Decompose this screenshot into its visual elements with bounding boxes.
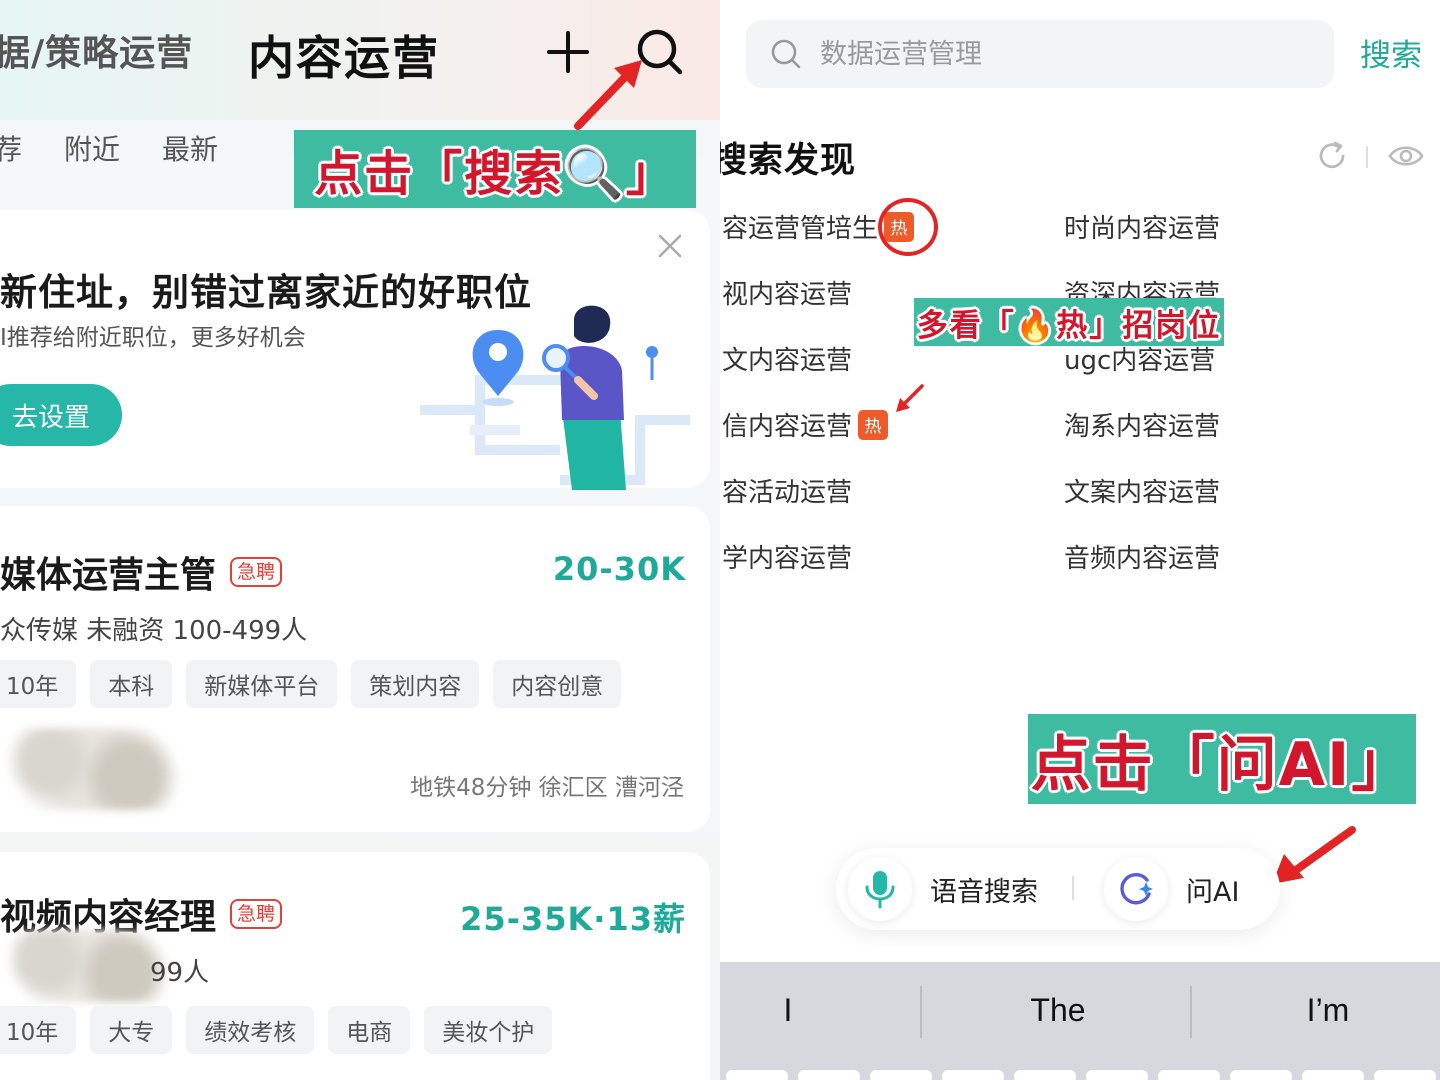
overlay-click-search: 点击「搜索🔍」: [294, 130, 696, 208]
job-list-screen: 据/策略运营 内容运营 荐 附近 最新 点击「搜索🔍」 新住址，别错过离家近的好…: [0, 0, 720, 1080]
sub-tabs: 荐 附近 最新: [0, 128, 218, 168]
tab-recommend[interactable]: 荐: [0, 128, 22, 168]
keyword-text: 容活动运营: [722, 478, 853, 508]
job-card[interactable]: 视频内容经理 急聘 25-35K·13薪 99人 10年 大专 绩效考核 电商 …: [0, 852, 710, 1080]
suggestion-item[interactable]: I: [720, 992, 908, 1029]
job-tag: 绩效考核: [186, 1006, 315, 1054]
top-tabs: 据/策略运营: [0, 24, 193, 84]
promo-subtitle: I推荐给附近职位，更多好机会: [0, 325, 306, 351]
search-submit-button[interactable]: 搜索: [1360, 30, 1422, 75]
job-tag: 大专: [90, 1006, 173, 1054]
divider: [1190, 986, 1192, 1038]
keyword-item[interactable]: 淘系内容运营: [1064, 406, 1220, 443]
blurred-recruiter: [0, 728, 190, 810]
hot-badge: 热: [858, 409, 889, 440]
job-salary: 20-30K: [552, 550, 686, 588]
keyword-text: 视内容运营: [722, 280, 853, 310]
ask-ai-button[interactable]: 问AI: [1104, 856, 1239, 922]
keyword-item[interactable]: 学内容运营: [722, 538, 852, 575]
keyword-text: 信内容运营: [722, 412, 853, 442]
keyword-text: 容运营管培生: [722, 214, 879, 244]
job-title-text: 媒体运营主管: [0, 555, 217, 596]
promo-card: 新住址，别错过离家近的好职位 I推荐给附近职位，更多好机会 去设置: [0, 210, 710, 490]
suggestion-item[interactable]: I’m: [1208, 992, 1440, 1029]
eye-icon[interactable]: [1388, 140, 1424, 172]
job-tag: 本科: [90, 660, 173, 708]
search-screen: 搜索 搜索发现 容运营管培生 热 视内容运营 文内容运营 信内容运营 热 容活动…: [720, 0, 1440, 1080]
job-tag: 美妆个护: [424, 1006, 553, 1054]
ai-sparkle-icon: [1104, 857, 1168, 921]
job-tag: 新媒体平台: [186, 660, 338, 708]
keyboard-keys[interactable]: [720, 1070, 1440, 1080]
voice-search-button[interactable]: 语音搜索: [848, 856, 1038, 922]
job-tag: 10年: [0, 1006, 77, 1054]
keyboard: I The I’m: [720, 962, 1440, 1080]
divider: [920, 986, 922, 1038]
go-settings-button[interactable]: 去设置: [0, 384, 122, 446]
divider: [1072, 876, 1074, 900]
ask-ai-label: 问AI: [1186, 876, 1240, 908]
suggestion-item[interactable]: The: [938, 992, 1178, 1029]
refresh-icon[interactable]: [1316, 140, 1348, 172]
voice-search-label: 语音搜索: [930, 876, 1038, 908]
job-tag: 电商: [328, 1006, 411, 1054]
job-tags: 10年 大专 绩效考核 电商 美妆个护: [0, 1006, 553, 1054]
location-illustration: [420, 305, 690, 490]
tab-nearby[interactable]: 附近: [64, 128, 120, 168]
job-tag: 10年: [0, 660, 77, 708]
keyword-text: 学内容运营: [722, 544, 853, 574]
job-card[interactable]: 媒体运营主管 急聘 20-30K 众传媒 未融资 100-499人 10年 本科…: [0, 506, 710, 832]
search-input[interactable]: [820, 38, 1300, 70]
divider: [1366, 146, 1368, 168]
search-icon: [771, 39, 801, 69]
job-company: 众传媒 未融资 100-499人: [0, 616, 308, 646]
keyword-item[interactable]: 音频内容运营: [1064, 538, 1220, 575]
overlay-click-ai: 点击「问AI」: [1028, 714, 1416, 804]
keyword-item[interactable]: 容活动运营: [722, 472, 852, 509]
discover-title: 搜索发现: [720, 141, 857, 181]
urgent-badge: 急聘: [230, 557, 283, 587]
red-arrow: [574, 60, 642, 130]
job-location: 地铁48分钟 徐汇区 漕河泾: [410, 775, 684, 801]
red-arrow: [1272, 826, 1356, 884]
overlay-hot-jobs: 多看「🔥热」招岗位: [914, 298, 1224, 346]
keyword-item[interactable]: 时尚内容运营: [1064, 208, 1220, 245]
keyword-item[interactable]: 文案内容运营: [1064, 472, 1220, 509]
job-salary: 25-35K·13薪: [460, 900, 686, 938]
job-company: 99人: [150, 958, 210, 988]
close-icon[interactable]: [656, 232, 684, 260]
tab-latest[interactable]: 最新: [162, 128, 218, 168]
keyword-item[interactable]: 信内容运营 热: [722, 406, 889, 443]
red-arrow: [896, 384, 924, 412]
keyword-item[interactable]: 视内容运营: [722, 274, 852, 311]
urgent-badge: 急聘: [230, 899, 283, 929]
job-tag: 策划内容: [351, 660, 480, 708]
keyword-item[interactable]: 文内容运营: [722, 340, 852, 377]
job-tag: 内容创意: [493, 660, 622, 708]
tab-strategy-ops[interactable]: 据/策略运营: [0, 24, 193, 76]
highlight-ring: [878, 198, 938, 256]
job-title: 媒体运营主管 急聘: [0, 546, 283, 598]
tab-content-ops[interactable]: 内容运营: [248, 22, 440, 88]
keyword-text: 文内容运营: [722, 346, 853, 376]
search-box[interactable]: [746, 20, 1334, 88]
microphone-icon: [848, 857, 912, 921]
job-tags: 10年 本科 新媒体平台 策划内容 内容创意: [0, 660, 622, 708]
bottom-action-bar: 语音搜索 问AI: [836, 848, 1280, 930]
